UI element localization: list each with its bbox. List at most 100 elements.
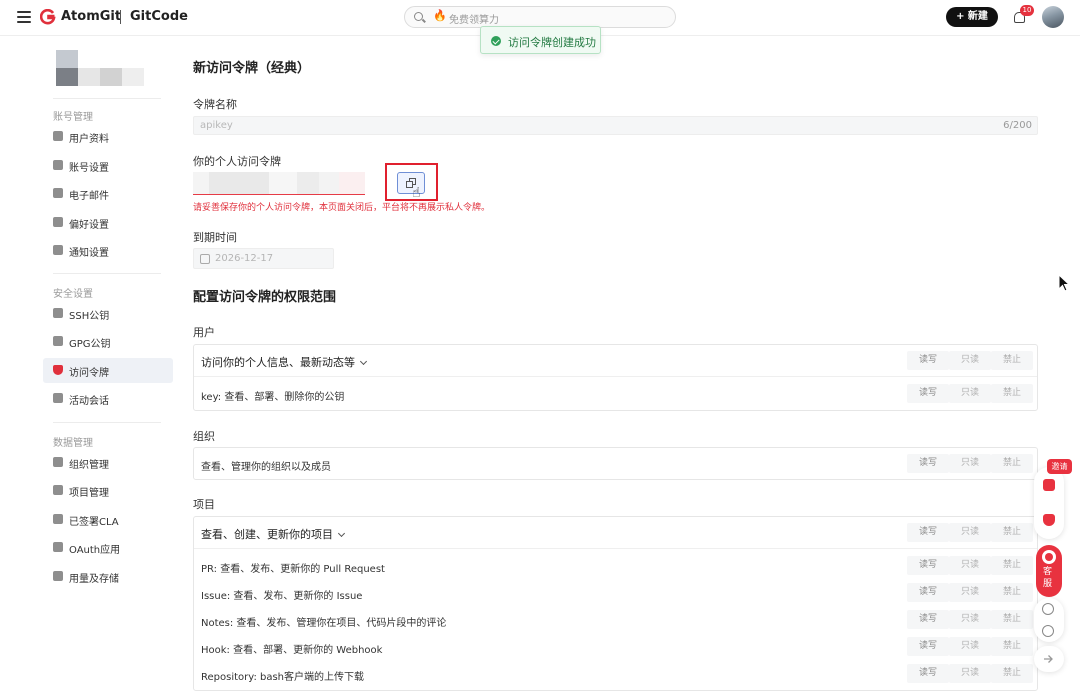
perm-readwrite[interactable]: 读写 bbox=[907, 610, 949, 629]
perm-readwrite[interactable]: 读写 bbox=[907, 351, 949, 370]
menu-icon[interactable] bbox=[17, 11, 31, 23]
sidebar-item-oauth[interactable]: OAuth应用 bbox=[43, 535, 173, 560]
sidebar-item-profile[interactable]: 用户资料 bbox=[43, 124, 173, 149]
sidebar-item-cla[interactable]: 已签署CLA bbox=[43, 507, 173, 532]
sidebar-item-ssh-keys[interactable]: SSH公钥 bbox=[43, 301, 173, 326]
scope-row: PR: 查看、发布、更新你的 Pull Request 读写 只读 禁止 bbox=[194, 552, 1037, 579]
fire-icon: 🔥 bbox=[433, 9, 447, 22]
atomgit-logo-icon[interactable] bbox=[40, 9, 56, 25]
smile-icon[interactable] bbox=[1042, 625, 1054, 637]
token-name-label: 令牌名称 bbox=[193, 98, 237, 111]
token-value-masked bbox=[193, 172, 365, 194]
shield-icon bbox=[53, 365, 63, 375]
perm-readonly[interactable]: 只读 bbox=[949, 610, 991, 629]
sidebar-item-label: OAuth应用 bbox=[69, 545, 121, 556]
perm-readwrite[interactable]: 读写 bbox=[907, 384, 949, 403]
search-placeholder: 免费领算力 bbox=[449, 15, 499, 26]
sidebar-divider bbox=[53, 273, 161, 274]
section-title-user: 用户 bbox=[193, 326, 215, 339]
section-title-project: 项目 bbox=[193, 498, 215, 511]
sidebar-item-preferences[interactable]: 偏好设置 bbox=[43, 210, 173, 235]
perm-readwrite[interactable]: 读写 bbox=[907, 664, 949, 683]
sidebar-item-projects[interactable]: 项目管理 bbox=[43, 478, 173, 503]
org-icon bbox=[53, 457, 63, 467]
profile-avatar-blurred bbox=[56, 50, 144, 86]
perm-readwrite[interactable]: 读写 bbox=[907, 454, 949, 473]
pie-icon bbox=[53, 571, 63, 581]
customer-service-button[interactable]: 客服 bbox=[1036, 545, 1062, 597]
perm-forbid[interactable]: 禁止 bbox=[991, 637, 1033, 656]
token-underline bbox=[193, 194, 365, 195]
collapse-arrow-icon[interactable] bbox=[1042, 653, 1054, 665]
new-button[interactable]: + 新建 bbox=[946, 7, 998, 27]
expiry-date-value: 2026-12-17 bbox=[215, 253, 274, 264]
perm-readwrite[interactable]: 读写 bbox=[907, 556, 949, 575]
toast-message: 访问令牌创建成功 bbox=[508, 36, 596, 49]
scope-row: 查看、管理你的组织以及成员 读写 只读 禁止 bbox=[194, 448, 1037, 479]
sidebar-item-notifications[interactable]: 通知设置 bbox=[43, 238, 173, 263]
product-name[interactable]: GitCode bbox=[130, 9, 188, 24]
token-name-field[interactable]: apikey 6/200 bbox=[193, 116, 1038, 135]
perm-forbid[interactable]: 禁止 bbox=[991, 523, 1033, 542]
scope-row: 访问你的个人信息、最新动态等 读写 只读 禁止 bbox=[194, 345, 1037, 377]
perm-readonly[interactable]: 只读 bbox=[949, 351, 991, 370]
signal-icon bbox=[53, 393, 63, 403]
user-icon bbox=[53, 131, 63, 141]
perm-readwrite[interactable]: 读写 bbox=[907, 583, 949, 602]
scope-row-title: Hook: 查看、部署、更新你的 Webhook bbox=[201, 645, 383, 656]
trophy-icon[interactable] bbox=[1043, 514, 1055, 526]
notification-badge: 10 bbox=[1020, 5, 1034, 16]
sidebar-item-gpg-keys[interactable]: GPG公钥 bbox=[43, 329, 173, 354]
perm-readonly[interactable]: 只读 bbox=[949, 637, 991, 656]
sidebar-item-label: 用户资料 bbox=[69, 134, 109, 145]
sidebar-group-account: 账号管理 bbox=[53, 112, 93, 123]
sidebar-item-account-settings[interactable]: 账号设置 bbox=[43, 153, 173, 178]
scope-panel-project: 查看、创建、更新你的项目 读写 只读 禁止 PR: 查看、发布、更新你的 Pul… bbox=[193, 516, 1038, 691]
floating-toolbar-top bbox=[1034, 467, 1064, 539]
scope-row: Repository: bash客户端的上传下载 读写 只读 禁止 bbox=[194, 660, 1037, 687]
scope-row-title: 查看、管理你的组织以及成员 bbox=[201, 462, 331, 473]
scope-row: Hook: 查看、部署、更新你的 Webhook 读写 只读 禁止 bbox=[194, 633, 1037, 660]
sidebar-item-email[interactable]: 电子邮件 bbox=[43, 181, 173, 206]
gift-icon[interactable] bbox=[1043, 479, 1055, 491]
perm-readonly[interactable]: 只读 bbox=[949, 664, 991, 683]
perm-readwrite[interactable]: 读写 bbox=[907, 637, 949, 656]
page-title: 新访问令牌（经典） bbox=[193, 61, 311, 76]
perm-forbid[interactable]: 禁止 bbox=[991, 610, 1033, 629]
invite-tag[interactable]: 邀请 bbox=[1047, 459, 1072, 474]
perm-forbid[interactable]: 禁止 bbox=[991, 384, 1033, 403]
calendar-icon bbox=[200, 254, 210, 264]
sidebar-item-label: 用量及存储 bbox=[69, 574, 119, 585]
token-name-value: apikey bbox=[200, 120, 233, 131]
scope-row-title[interactable]: 查看、创建、更新你的项目 bbox=[201, 526, 346, 542]
perm-readonly[interactable]: 只读 bbox=[949, 523, 991, 542]
perm-forbid[interactable]: 禁止 bbox=[991, 556, 1033, 575]
compass-icon[interactable] bbox=[1042, 603, 1054, 615]
sidebar-item-orgs[interactable]: 组织管理 bbox=[43, 450, 173, 475]
user-avatar[interactable] bbox=[1042, 6, 1064, 28]
chevron-down-icon[interactable] bbox=[337, 529, 346, 538]
scope-row-title: Repository: bash客户端的上传下载 bbox=[201, 672, 365, 683]
perm-forbid[interactable]: 禁止 bbox=[991, 583, 1033, 602]
perm-readonly[interactable]: 只读 bbox=[949, 384, 991, 403]
sidebar-item-usage[interactable]: 用量及存储 bbox=[43, 564, 173, 589]
sidebar-item-access-tokens[interactable]: 访问令牌 bbox=[43, 358, 173, 383]
search-box[interactable]: 🔥 免费领算力 bbox=[404, 6, 676, 28]
perm-readonly[interactable]: 只读 bbox=[949, 454, 991, 473]
layers-icon bbox=[53, 485, 63, 495]
key-icon bbox=[53, 336, 63, 346]
perm-forbid[interactable]: 禁止 bbox=[991, 351, 1033, 370]
perm-forbid[interactable]: 禁止 bbox=[991, 664, 1033, 683]
perm-forbid[interactable]: 禁止 bbox=[991, 454, 1033, 473]
perm-readonly[interactable]: 只读 bbox=[949, 583, 991, 602]
perm-readwrite[interactable]: 读写 bbox=[907, 523, 949, 542]
chevron-down-icon[interactable] bbox=[359, 357, 368, 366]
sidebar-item-sessions[interactable]: 活动会话 bbox=[43, 386, 173, 411]
scope-row: Notes: 查看、发布、管理你在项目、代码片段中的评论 读写 只读 禁止 bbox=[194, 606, 1037, 633]
brand-name[interactable]: AtomGit bbox=[61, 9, 121, 24]
sidebar-item-label: 通知设置 bbox=[69, 248, 109, 259]
scope-row-title[interactable]: 访问你的个人信息、最新动态等 bbox=[201, 354, 368, 370]
scope-row: Issue: 查看、发布、更新你的 Issue 读写 只读 禁止 bbox=[194, 579, 1037, 606]
expiry-date-field[interactable]: 2026-12-17 bbox=[193, 248, 334, 269]
perm-readonly[interactable]: 只读 bbox=[949, 556, 991, 575]
